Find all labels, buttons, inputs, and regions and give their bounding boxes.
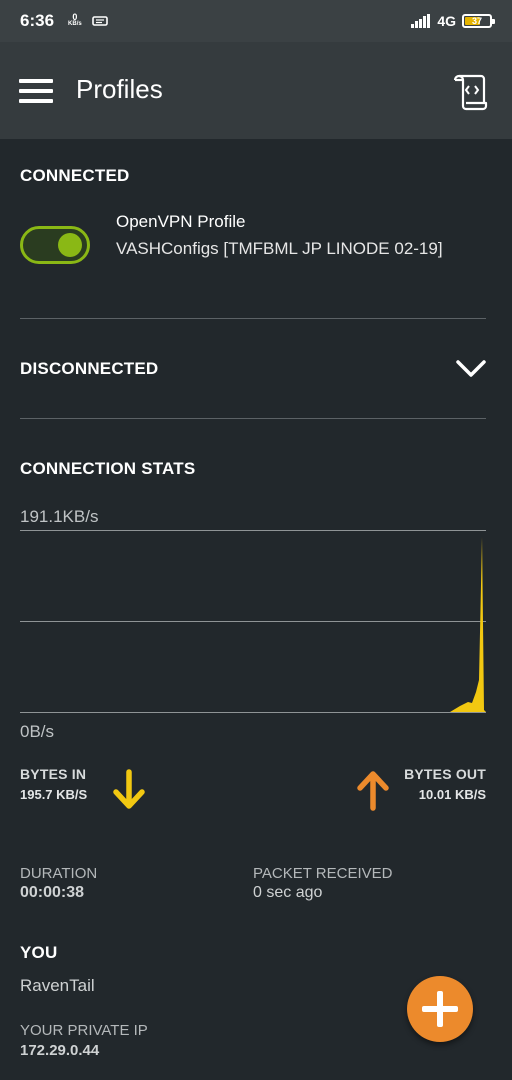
notification-icon	[91, 16, 108, 26]
app-bar: Profiles	[0, 42, 512, 139]
signal-icon	[411, 14, 431, 28]
disconnected-header[interactable]: DISCONNECTED	[20, 359, 158, 379]
packet-received-value: 0 sec ago	[253, 884, 323, 901]
graph-min-label: 0B/s	[20, 722, 55, 741]
private-ip-value: 172.29.0.44	[20, 1042, 100, 1059]
chevron-down-icon[interactable]	[454, 355, 488, 383]
net-speed-value: 0	[72, 12, 78, 22]
add-profile-button[interactable]	[407, 976, 473, 1042]
packet-received-label: PACKET RECEIVED	[253, 865, 393, 882]
username: RavenTail	[20, 976, 95, 995]
connected-header: CONNECTED	[20, 166, 130, 185]
bytes-in-traffic-area	[450, 537, 486, 712]
import-file-icon[interactable]	[450, 72, 490, 112]
arrow-down-icon	[113, 769, 145, 809]
duration-label: DURATION	[20, 865, 98, 882]
you-header: YOU	[20, 943, 58, 962]
status-time: 6:36	[20, 11, 55, 30]
status-bar: 6:36 0 KB/s 4G 37	[0, 0, 512, 42]
bytes-in-value: 195.7 KB/S	[20, 787, 88, 802]
arrow-up-icon	[357, 771, 389, 811]
profile-server[interactable]: VASHConfigs [TMFBML JP LINODE 02-19]	[116, 238, 446, 260]
private-ip-label: YOUR PRIVATE IP	[20, 1022, 148, 1039]
connection-stats-header: CONNECTION STATS	[20, 459, 196, 478]
divider	[20, 318, 486, 319]
profile-name[interactable]: OpenVPN Profile	[116, 212, 245, 232]
battery-icon: 37	[462, 14, 495, 28]
traffic-graph	[20, 530, 486, 713]
net-speed-indicator: 0 KB/s	[68, 12, 82, 28]
app-screen: 6:36 0 KB/s 4G 37 Profiles CONNECTED Ope…	[0, 0, 512, 1080]
network-type: 4G	[437, 13, 456, 29]
toggle-knob	[58, 233, 82, 257]
duration-value: 00:00:38	[20, 884, 85, 901]
divider	[20, 418, 486, 419]
bytes-in-label: BYTES IN	[20, 766, 87, 782]
bytes-out-value: 10.01 KB/S	[418, 787, 486, 802]
net-speed-unit: KB/s	[68, 21, 82, 27]
bytes-out-label: BYTES OUT	[404, 766, 486, 782]
status-right-group: 4G 37	[411, 13, 495, 29]
battery-level: 37	[471, 16, 482, 26]
page-title: Profiles	[76, 74, 163, 104]
connection-toggle[interactable]	[20, 226, 90, 264]
hamburger-icon[interactable]	[19, 79, 53, 103]
